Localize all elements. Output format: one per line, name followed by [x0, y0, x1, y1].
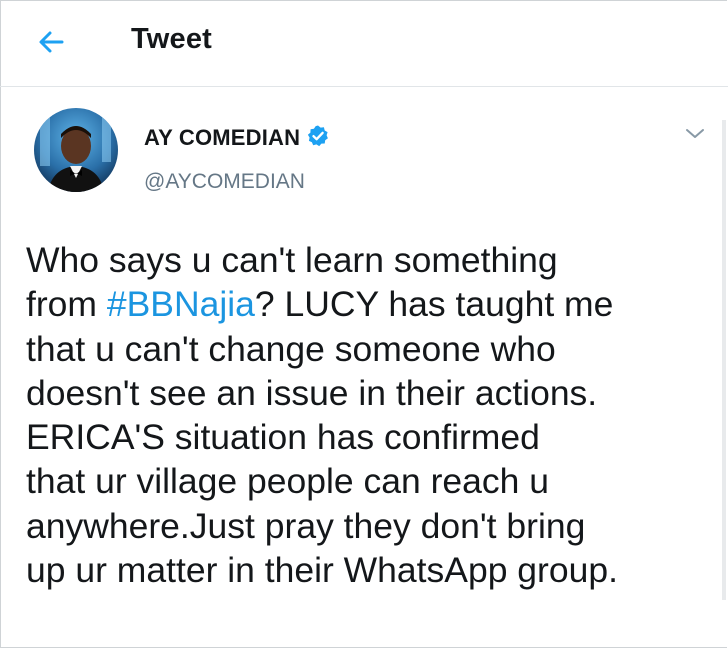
author-name-text: AY COMEDIAN — [144, 125, 301, 150]
tweet-line-text: ? LUCY has taught me — [254, 284, 614, 325]
tweet-line-text: from — [26, 284, 107, 325]
tweet-line-text: anywhere.Just pray they don't bring — [26, 505, 586, 546]
page-title: Tweet — [131, 23, 213, 55]
tweet-line: up ur matter in their WhatsApp group. — [26, 548, 716, 592]
tweet-line: anywhere.Just pray they don't bring — [26, 504, 716, 548]
tweet-line-text: up ur matter in their WhatsApp group. — [26, 550, 618, 591]
arrow-left-icon — [39, 31, 64, 53]
author-name[interactable]: AY COMEDIAN — [144, 124, 330, 154]
tweet-line: Who says u can't learn something — [26, 238, 716, 282]
tweet-line: that ur village people can reach u — [26, 459, 716, 503]
avatar[interactable] — [34, 108, 118, 192]
tweet-line-text: that u can't change someone who — [26, 328, 556, 369]
header-divider — [0, 86, 728, 87]
tweet-menu-button[interactable] — [684, 126, 706, 147]
author-handle[interactable]: @AYCOMEDIAN — [144, 170, 305, 194]
tweet-line: that u can't change someone who — [26, 327, 716, 371]
tweet-line-text: Who says u can't learn something — [26, 240, 558, 280]
tweet-line-text: ERICA'S situation has confirmed — [26, 417, 540, 458]
tweet-line: doesn't see an issue in their actions. — [26, 371, 716, 415]
tweet-line-text: that ur village people can reach u — [26, 461, 549, 502]
top-bar: Tweet — [0, 0, 728, 86]
hashtag-link[interactable]: #BBNajia — [107, 284, 255, 324]
chevron-down-icon — [686, 129, 704, 138]
tweet-text: Who says u can't learn something from #B… — [26, 238, 716, 592]
avatar-image — [34, 108, 118, 192]
verified-badge-icon — [306, 124, 330, 154]
back-button[interactable] — [32, 22, 72, 62]
tweet-line: from #BBNajia? LUCY has taught me — [26, 282, 716, 326]
tweet-line-text: doesn't see an issue in their actions. — [26, 372, 598, 413]
scrollbar[interactable] — [722, 120, 726, 600]
tweet-line: ERICA'S situation has confirmed — [26, 415, 716, 459]
